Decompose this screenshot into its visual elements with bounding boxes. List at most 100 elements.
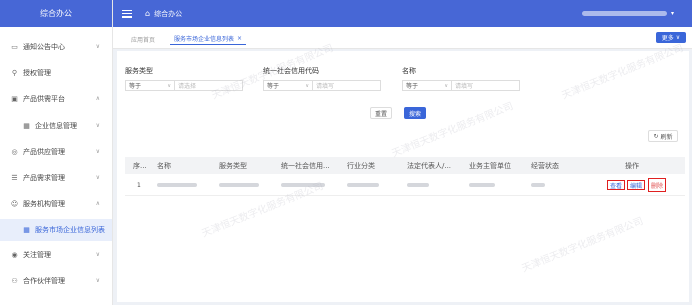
app-name: 综合办公: [40, 9, 72, 18]
sidebar-item-auth[interactable]: ⚲ 授权管理: [0, 62, 112, 84]
cell-status-redacted: [531, 174, 545, 196]
placeholder: 请填写: [316, 83, 335, 90]
credit-code-input[interactable]: 请填写: [313, 80, 381, 91]
more-button[interactable]: 更多 ∨: [656, 32, 686, 43]
search-label: 搜索: [408, 110, 421, 118]
chevron-down-icon: ∨: [167, 82, 171, 89]
column-header[interactable]: 服务类型: [219, 157, 247, 174]
more-button-label: 更多: [661, 35, 674, 42]
app-logo: 综合办公: [0, 0, 112, 27]
delete-button[interactable]: 删除: [648, 178, 666, 192]
refresh-icon: ↻: [653, 132, 659, 140]
grid-icon: ▦: [23, 122, 30, 130]
user-menu[interactable]: ▾: [582, 10, 674, 17]
search-button[interactable]: 搜索: [404, 107, 426, 119]
edit-button[interactable]: 编辑: [627, 180, 645, 190]
cell-credit-code-redacted: [281, 174, 325, 196]
grid-icon: ▦: [23, 226, 30, 234]
notice-icon: ▭: [11, 43, 18, 51]
sidebar-item-label: 通知公告中心: [23, 43, 65, 51]
sidebar-item-product-supply[interactable]: ◎ 产品供应管理 ∨: [0, 141, 112, 163]
placeholder: 请填写: [455, 83, 474, 90]
tab-bar: 应用首页 服务市场企业信息列表 × 更多 ∨: [113, 27, 692, 49]
sidebar-item-product-platform[interactable]: ▣ 产品供需平台 ∧: [0, 88, 112, 110]
column-header[interactable]: 名称: [157, 157, 171, 174]
reset-button[interactable]: 重置: [370, 107, 392, 119]
name-input[interactable]: 请填写: [452, 80, 520, 91]
cell-name-redacted: [157, 174, 197, 196]
user-name-redacted: [582, 11, 667, 16]
chevron-down-icon: ∨: [95, 148, 100, 155]
chevron-down-icon: ▾: [670, 10, 674, 17]
column-header[interactable]: 统一社会信用...: [281, 157, 343, 174]
chevron-down-icon: ∨: [95, 122, 100, 129]
sidebar-item-label: 服务市场企业信息列表: [35, 226, 105, 234]
sidebar-item-service-market-list[interactable]: ▦ 服务市场企业信息列表: [0, 219, 112, 241]
close-icon[interactable]: ×: [237, 35, 242, 42]
box-icon: ▣: [11, 95, 18, 103]
partner-icon: ⚇: [11, 277, 18, 285]
filter-label-credit-code: 统一社会信用代码: [263, 67, 319, 75]
column-header[interactable]: 法定代表人/...: [407, 157, 465, 174]
list-icon: ☰: [11, 174, 18, 182]
sidebar-item-label: 合作伙伴管理: [23, 277, 65, 285]
supply-icon: ◎: [11, 148, 18, 156]
refresh-label: 刷新: [660, 133, 673, 141]
filter-label-service-type: 服务类型: [125, 67, 153, 75]
tab-label: 服务市场企业信息列表: [174, 36, 235, 43]
sidebar-item-label: 产品供需平台: [23, 95, 65, 103]
chevron-down-icon: ∨: [95, 174, 100, 181]
cell-industry-redacted: [347, 174, 379, 196]
eye-icon: ◉: [11, 251, 18, 259]
service-type-select[interactable]: 请选择: [175, 80, 243, 91]
view-button[interactable]: 查看: [607, 180, 625, 190]
column-header: 操作: [625, 161, 639, 170]
auth-icon: ⚲: [11, 69, 18, 77]
operator-value: 等于: [129, 83, 142, 90]
sidebar-item-label: 产品需求管理: [23, 174, 65, 182]
table-header: 序... 名称 服务类型 统一社会信用... 行业分类 法定代表人/... 业务…: [125, 157, 685, 174]
chevron-down-icon: ∨: [95, 277, 100, 284]
people-icon: ☺: [10, 200, 19, 208]
column-header[interactable]: 序...: [133, 157, 149, 174]
filter-name: 等于 ∨ 请填写: [402, 80, 520, 91]
sidebar-item-notice-center[interactable]: ▭ 通知公告中心 ∨: [0, 36, 112, 58]
cell-service-type-redacted: [219, 174, 259, 196]
row-index: 1: [137, 181, 141, 189]
home-icon[interactable]: ⌂: [145, 9, 150, 18]
filter-label-name: 名称: [402, 67, 416, 75]
top-title: 综合办公: [154, 9, 183, 18]
sidebar-item-label: 企业信息管理: [35, 122, 77, 130]
sidebar-item-enterprise-info[interactable]: ▦ 企业信息管理 ∨: [0, 115, 112, 137]
refresh-button[interactable]: ↻ 刷新: [648, 130, 678, 142]
sidebar-item-product-demand[interactable]: ☰ 产品需求管理 ∨: [0, 167, 112, 189]
cell-authority-redacted: [469, 174, 495, 196]
sidebar-item-follow[interactable]: ◉ 关注管理 ∨: [0, 244, 112, 266]
operator-select[interactable]: 等于 ∨: [402, 80, 452, 91]
operator-value: 等于: [406, 83, 419, 90]
sidebar-item-label: 授权管理: [23, 69, 51, 77]
sidebar: 综合办公 ▭ 通知公告中心 ∨ ⚲ 授权管理 ▣ 产品供需平台 ∧ ▦ 企业信息…: [0, 0, 113, 305]
hamburger-icon[interactable]: [122, 9, 132, 18]
sidebar-item-label: 产品供应管理: [23, 148, 65, 156]
placeholder: 请选择: [178, 83, 197, 90]
reset-label: 重置: [374, 110, 387, 118]
top-bar: ⌂ 综合办公 ▾: [113, 0, 692, 27]
delete-label: 删除: [650, 182, 663, 190]
chevron-up-icon: ∧: [95, 95, 100, 102]
column-header[interactable]: 行业分类: [347, 157, 375, 174]
column-header[interactable]: 业务主管单位: [469, 157, 511, 174]
tab-service-market-list[interactable]: 服务市场企业信息列表 ×: [170, 33, 247, 45]
cell-legal-rep-redacted: [407, 174, 429, 196]
operator-select[interactable]: 等于 ∨: [125, 80, 175, 91]
operator-select[interactable]: 等于 ∨: [263, 80, 313, 91]
column-header[interactable]: 经营状态: [531, 157, 559, 174]
sidebar-item-service-org[interactable]: ☺ 服务机构管理 ∧: [0, 193, 112, 215]
table-row: 1 查看 编辑 删除: [125, 174, 685, 196]
chevron-down-icon: ∨: [95, 251, 100, 258]
sidebar-item-partner[interactable]: ⚇ 合作伙伴管理 ∨: [0, 270, 112, 292]
operator-value: 等于: [267, 83, 280, 90]
edit-label: 编辑: [629, 182, 642, 190]
tab-home[interactable]: 应用首页: [127, 33, 159, 45]
tab-label: 应用首页: [131, 36, 156, 44]
